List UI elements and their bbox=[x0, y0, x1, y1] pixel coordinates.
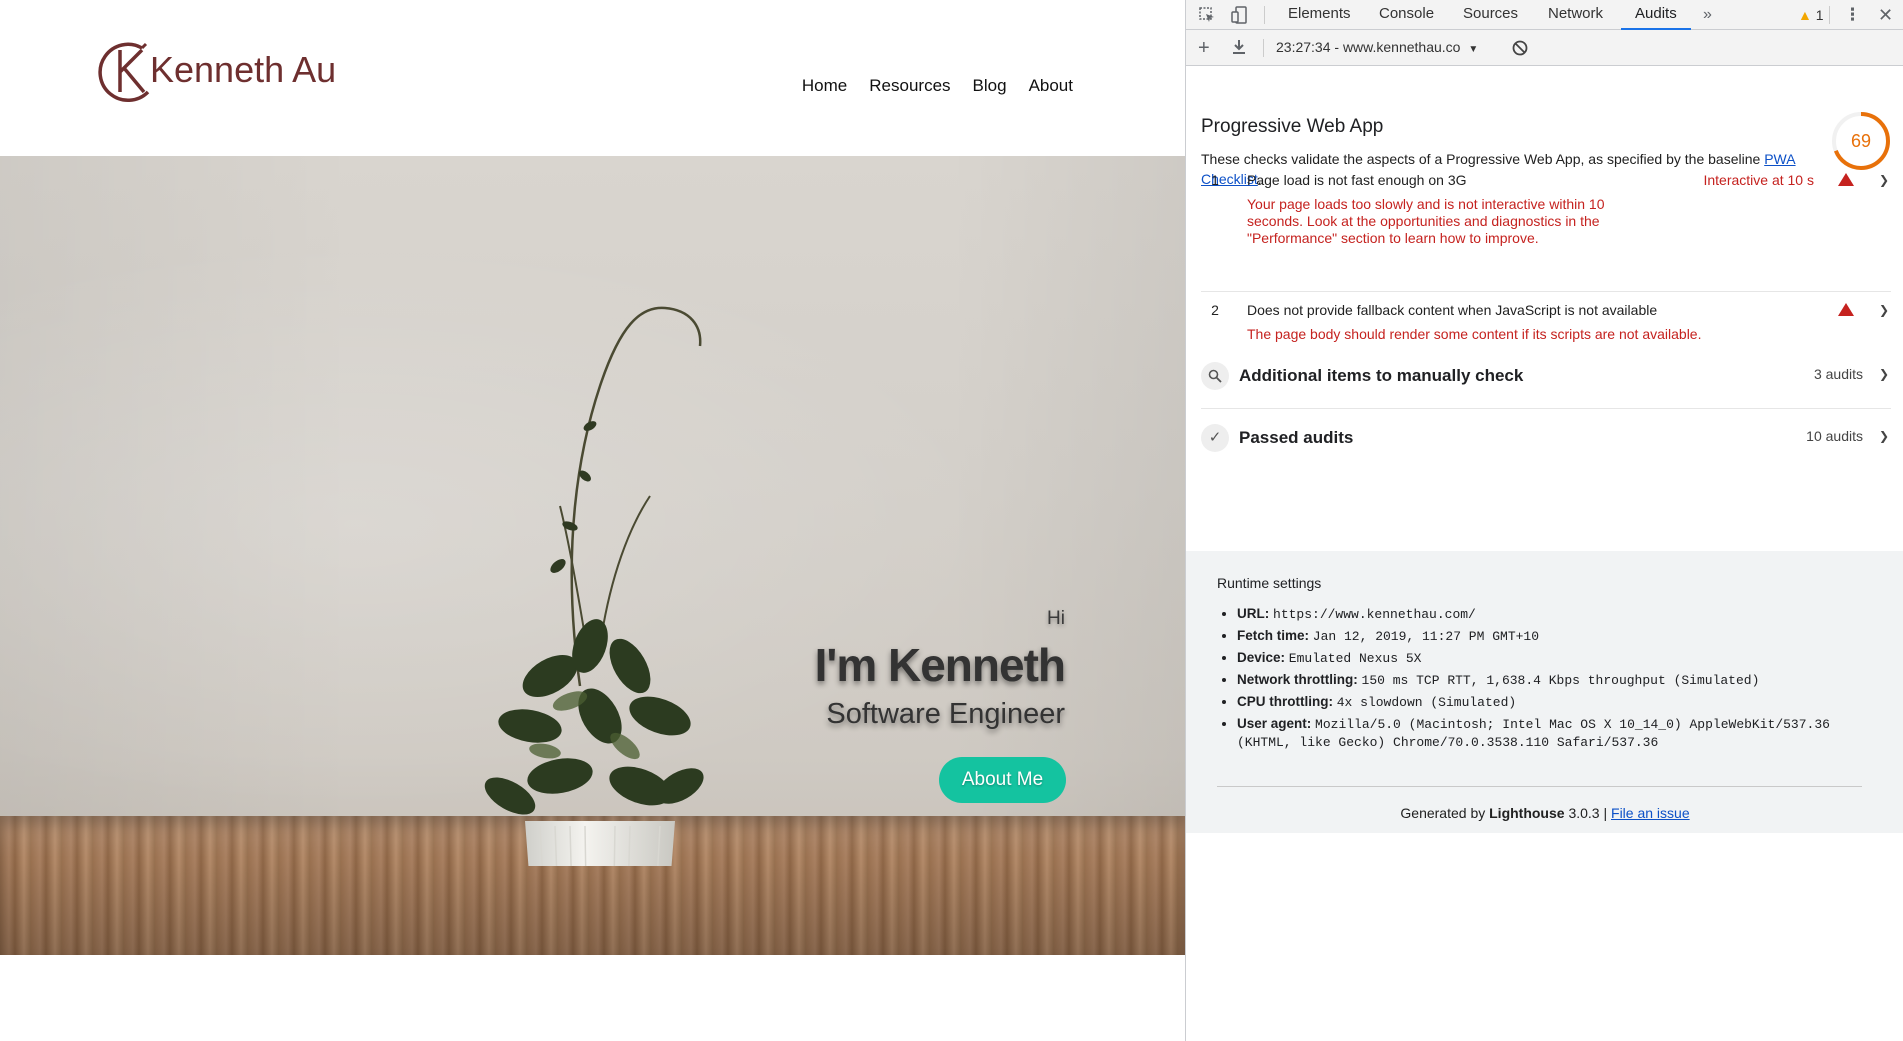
chevron-down-icon[interactable]: ❯ bbox=[1879, 367, 1889, 381]
audit-divider bbox=[1201, 291, 1891, 292]
clear-icon[interactable] bbox=[1512, 33, 1528, 66]
about-me-button[interactable]: About Me bbox=[939, 757, 1066, 803]
hero-section: Hi I'm Kenneth Software Engineer bbox=[0, 156, 1185, 955]
download-icon[interactable] bbox=[1232, 33, 1246, 65]
site-logo[interactable]: Kenneth Au bbox=[98, 34, 336, 106]
runtime-settings-title: Runtime settings bbox=[1217, 575, 1322, 591]
footer-prefix: Generated by bbox=[1400, 805, 1486, 821]
nav-blog[interactable]: Blog bbox=[973, 76, 1007, 96]
close-icon[interactable]: ✕ bbox=[1878, 0, 1893, 30]
runtime-settings: Runtime settings URL: https://www.kennet… bbox=[1186, 551, 1903, 833]
group-passed-audits[interactable]: ✓ Passed audits 10 audits ❯ bbox=[1201, 424, 1891, 468]
runtime-setting-fetch-time: Fetch time: Jan 12, 2019, 11:27 PM GMT+1… bbox=[1237, 627, 1892, 645]
fail-warning-icon bbox=[1838, 303, 1854, 316]
warning-icon: ▲ bbox=[1798, 7, 1812, 23]
footer-version: 3.0.3 | bbox=[1568, 805, 1608, 821]
chevron-down-icon[interactable]: ❯ bbox=[1879, 429, 1889, 443]
nav-about[interactable]: About bbox=[1029, 76, 1073, 96]
tab-elements[interactable]: Elements bbox=[1288, 0, 1351, 30]
nav-home[interactable]: Home bbox=[802, 76, 847, 96]
group-count: 3 audits bbox=[1813, 366, 1863, 382]
warning-count: 1 bbox=[1815, 7, 1824, 23]
audit-item[interactable]: 2 Does not provide fallback content when… bbox=[1201, 302, 1891, 346]
tab-sources[interactable]: Sources bbox=[1463, 0, 1518, 30]
hero-role: Software Engineer bbox=[826, 698, 1065, 730]
main-nav: Home Resources Blog About bbox=[780, 76, 1073, 96]
nav-resources[interactable]: Resources bbox=[869, 76, 950, 96]
file-issue-link[interactable]: File an issue bbox=[1611, 805, 1690, 821]
audit-title: Page load is not fast enough on 3G bbox=[1247, 172, 1467, 188]
audit-number: 1 bbox=[1211, 172, 1219, 188]
score-gauge: 69 bbox=[1832, 112, 1890, 170]
footer-brand: Lighthouse bbox=[1489, 805, 1565, 821]
audit-value: Interactive at 10 s bbox=[1703, 172, 1814, 188]
hero-text: Hi I'm Kenneth Software Engineer bbox=[814, 608, 1066, 731]
audit-item[interactable]: 1 Page load is not fast enough on 3G Int… bbox=[1201, 172, 1891, 252]
device-icon[interactable] bbox=[1231, 0, 1249, 34]
logo-text: Kenneth Au bbox=[150, 49, 337, 90]
footer-divider bbox=[1217, 786, 1862, 787]
checkmark-icon: ✓ bbox=[1201, 424, 1229, 452]
audit-description: The page body should render some content… bbox=[1247, 326, 1702, 342]
category-title: Progressive Web App bbox=[1201, 116, 1384, 137]
group-count: 10 audits bbox=[1806, 428, 1863, 444]
audit-title: Does not provide fallback content when J… bbox=[1247, 302, 1658, 318]
group-title: Additional items to manually check bbox=[1239, 366, 1524, 385]
audit-description: Your page loads too slowly and is not in… bbox=[1247, 196, 1605, 246]
report-select[interactable]: 23:27:34 - www.kennethau.co ▼ bbox=[1276, 39, 1478, 55]
kebab-icon[interactable]: ⋮ bbox=[1844, 0, 1861, 30]
hero-name: I'm Kenneth bbox=[814, 639, 1066, 691]
tabbar-separator bbox=[1829, 6, 1830, 24]
add-icon[interactable]: + bbox=[1198, 33, 1210, 63]
tabbar-separator bbox=[1264, 6, 1265, 24]
search-icon bbox=[1201, 362, 1229, 390]
tab-console[interactable]: Console bbox=[1379, 0, 1434, 30]
runtime-setting-cpu: CPU throttling: 4x slowdown (Simulated) bbox=[1237, 693, 1892, 711]
warning-badge[interactable]: ▲ 1 bbox=[1798, 0, 1824, 30]
audit-number: 2 bbox=[1211, 302, 1219, 318]
report-select-value: 23:27:34 - www.kennethau.co bbox=[1276, 39, 1461, 55]
dropdown-arrow-icon: ▼ bbox=[1468, 44, 1479, 55]
inspect-icon[interactable] bbox=[1198, 0, 1216, 34]
category-description-text: These checks validate the aspects of a P… bbox=[1201, 151, 1761, 167]
more-tabs-icon[interactable]: » bbox=[1703, 0, 1712, 30]
fail-warning-icon bbox=[1838, 173, 1854, 186]
website-viewport: Kenneth Au Home Resources Blog About Hi … bbox=[0, 0, 1185, 1041]
runtime-setting-user-agent: User agent: Mozilla/5.0 (Macintosh; Inte… bbox=[1237, 715, 1892, 751]
toolbar-separator bbox=[1263, 39, 1264, 57]
devtools-panel: Elements Console Sources Network Audits … bbox=[1185, 0, 1903, 1041]
site-header: Kenneth Au Home Resources Blog About bbox=[0, 0, 1185, 156]
tab-audits[interactable]: Audits bbox=[1621, 0, 1691, 30]
group-divider bbox=[1201, 408, 1891, 409]
runtime-setting-network: Network throttling: 150 ms TCP RTT, 1,63… bbox=[1237, 671, 1892, 689]
runtime-setting-url: URL: https://www.kennethau.com/ bbox=[1237, 605, 1892, 623]
report-footer: Generated by Lighthouse 3.0.3 | File an … bbox=[1186, 805, 1903, 821]
audits-toolbar: + 23:27:34 - www.kennethau.co ▼ bbox=[1186, 30, 1903, 66]
group-manual-checks[interactable]: Additional items to manually check 3 aud… bbox=[1201, 362, 1891, 406]
runtime-settings-list: URL: https://www.kennethau.com/ Fetch ti… bbox=[1237, 605, 1892, 755]
devtools-tabbar: Elements Console Sources Network Audits … bbox=[1186, 0, 1903, 30]
hero-greeting: Hi bbox=[1047, 608, 1065, 629]
runtime-setting-device: Device: Emulated Nexus 5X bbox=[1237, 649, 1892, 667]
chevron-down-icon[interactable]: ❯ bbox=[1879, 303, 1889, 317]
score-value: 69 bbox=[1851, 131, 1871, 151]
group-title: Passed audits bbox=[1239, 428, 1354, 447]
tab-network[interactable]: Network bbox=[1548, 0, 1603, 30]
chevron-down-icon[interactable]: ❯ bbox=[1879, 173, 1889, 187]
potted-plant-image bbox=[484, 306, 704, 866]
